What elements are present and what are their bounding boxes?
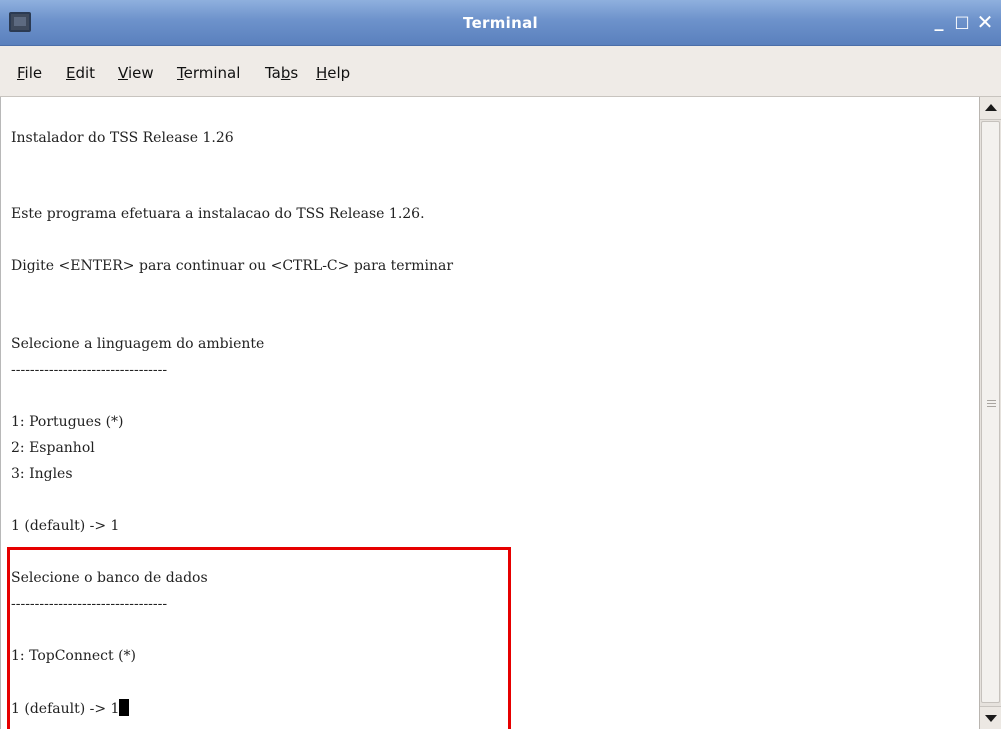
scroll-down-arrow-icon[interactable] [980,706,1001,729]
terminal-line: Digite <ENTER> para continuar ou <CTRL-C… [11,258,454,274]
maximize-icon[interactable]: □ [951,10,973,34]
terminal-line: Instalador do TSS Release 1.26 [11,130,234,146]
terminal-line: Este programa efetuara a instalacao do T… [11,206,425,222]
terminal-line: --------------------------------- [11,362,168,378]
highlight-box [7,547,511,729]
terminal-line: 1: Portugues (*) [11,414,124,430]
menu-help[interactable]: Help [316,64,350,82]
terminal-line: 3: Ingles [11,466,73,482]
menu-terminal[interactable]: Terminal [177,64,240,82]
terminal-line: 2: Espanhol [11,440,95,456]
menu-tabs[interactable]: Tabs [265,64,298,82]
menu-edit[interactable]: Edit [66,64,95,82]
vertical-scrollbar[interactable] [979,97,1001,729]
menu-bar: File Edit View Terminal Tabs Help [0,46,1001,97]
terminal-line: 1 (default) -> 1 [11,518,120,534]
grip-line [987,400,996,401]
scroll-thumb[interactable] [981,121,1000,703]
menu-view[interactable]: View [118,64,154,82]
close-icon[interactable]: ✕ [974,10,996,34]
terminal-line: Selecione a linguagem do ambiente [11,336,265,352]
grip-line [987,406,996,407]
minimize-icon[interactable]: _ [928,10,950,34]
grip-line [987,403,996,404]
title-bar[interactable]: Terminal _ □ ✕ [0,0,1001,46]
terminal-window: Terminal _ □ ✕ File Edit View Terminal T… [0,0,1001,729]
window-title: Terminal [463,14,538,32]
scroll-up-arrow-icon[interactable] [980,97,1001,120]
menu-file[interactable]: File [17,64,42,82]
